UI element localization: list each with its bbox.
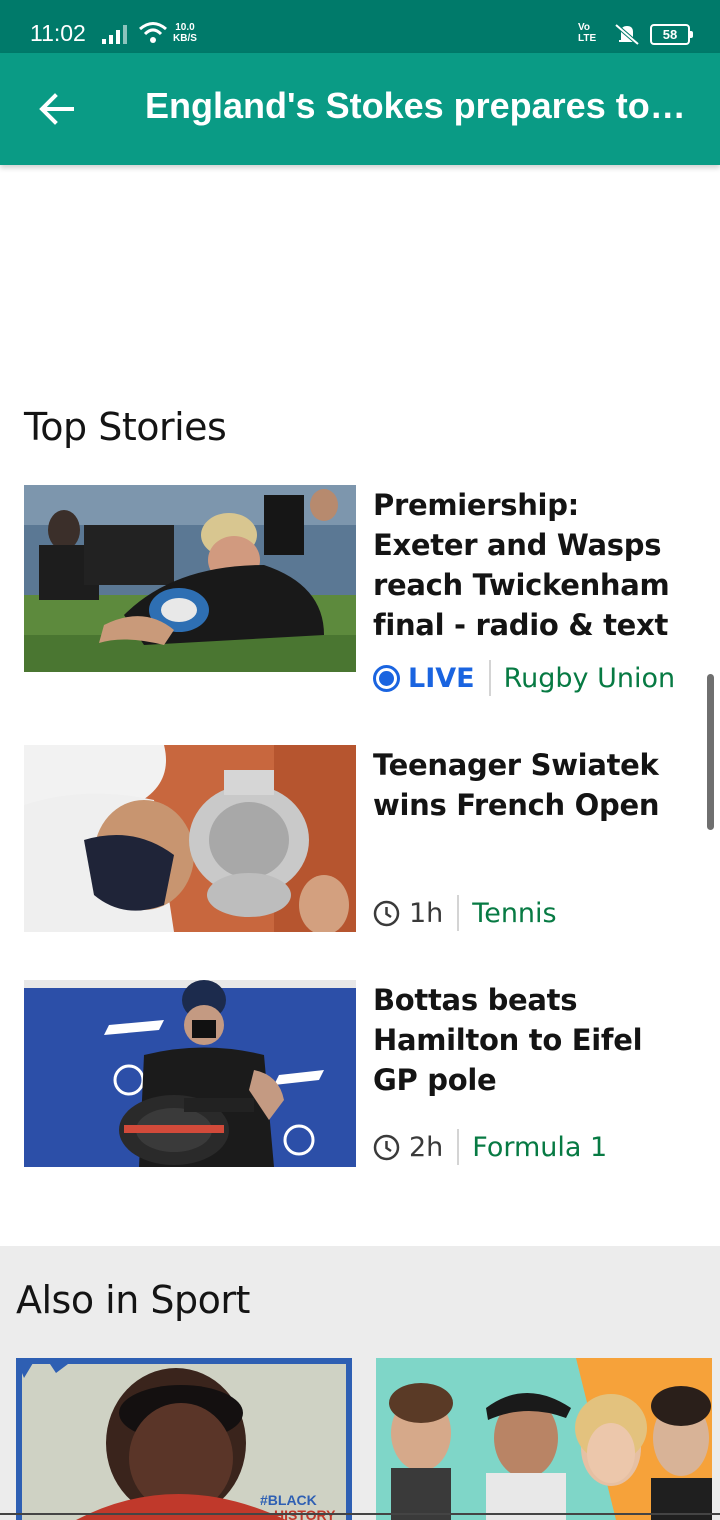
- story-time: 1h: [373, 898, 443, 929]
- story-item[interactable]: Teenager Swiatek wins French Open 1h Ten…: [24, 745, 696, 935]
- arrow-left-icon: [39, 93, 74, 125]
- story-meta: 2h Formula 1: [373, 1129, 607, 1165]
- also-card-group[interactable]: [376, 1358, 712, 1520]
- meta-divider: [488, 660, 491, 696]
- meta-divider: [457, 895, 460, 931]
- volte-top: Vo: [578, 22, 591, 33]
- volte-bottom: LTE: [578, 33, 597, 44]
- story-headline[interactable]: Premiership: Exeter and Wasps reach Twic…: [373, 485, 691, 645]
- topic-link[interactable]: Rugby Union: [504, 663, 676, 694]
- story-time: 2h: [373, 1132, 443, 1163]
- also-in-sport-section: Also in Sport #BLACK HISTORY: [0, 1246, 720, 1520]
- story-headline[interactable]: Bottas beats Hamilton to Eifel GP pole: [373, 980, 691, 1100]
- live-label: LIVE: [408, 662, 475, 694]
- topic-link[interactable]: Formula 1: [472, 1132, 607, 1163]
- also-in-sport-heading: Also in Sport: [16, 1278, 250, 1322]
- signal-icon: [102, 25, 127, 44]
- story-meta: 1h Tennis: [373, 895, 557, 931]
- live-badge: LIVE: [373, 663, 475, 694]
- clock-icon: [373, 900, 400, 926]
- network-speed-value: 10.0: [175, 22, 195, 33]
- page-title: England's Stokes prepares to…: [145, 85, 686, 126]
- battery-indicator: 58: [650, 24, 693, 45]
- app-bar: England's Stokes prepares to…: [0, 53, 720, 165]
- volte-indicator: Vo LTE: [578, 22, 596, 44]
- story-image-rugby[interactable]: [24, 485, 356, 672]
- story-item[interactable]: Premiership: Exeter and Wasps reach Twic…: [24, 485, 696, 696]
- clock-icon: [373, 1134, 400, 1160]
- network-speed-unit: KB/S: [173, 33, 197, 44]
- topic-link[interactable]: Tennis: [472, 898, 556, 929]
- wifi-icon: [139, 22, 167, 43]
- story-image-f1[interactable]: [24, 980, 356, 1167]
- overlay-line1: #BLACK: [260, 1492, 317, 1508]
- time-label: 2h: [409, 1131, 444, 1163]
- network-speed: 10.0 KB/S: [173, 22, 197, 44]
- story-meta: LIVE Rugby Union: [373, 660, 675, 696]
- meta-divider: [457, 1129, 460, 1165]
- story-item[interactable]: Bottas beats Hamilton to Eifel GP pole 2…: [24, 980, 696, 1170]
- vibrate-mute-icon: [614, 23, 640, 46]
- story-headline[interactable]: Teenager Swiatek wins French Open: [373, 745, 691, 825]
- status-time: 11:02: [30, 20, 86, 46]
- live-icon: [373, 664, 400, 692]
- time-label: 1h: [409, 897, 444, 929]
- status-bar: 11:02 10.0 KB/S Vo LTE 58: [0, 0, 720, 53]
- gesture-nav-bar[interactable]: [0, 1513, 720, 1515]
- top-stories-heading: Top Stories: [24, 405, 227, 449]
- scrollbar[interactable]: [707, 674, 714, 830]
- back-button[interactable]: [26, 81, 86, 137]
- also-card-footballer[interactable]: #BLACK HISTORY: [16, 1358, 352, 1520]
- story-image-tennis[interactable]: [24, 745, 356, 932]
